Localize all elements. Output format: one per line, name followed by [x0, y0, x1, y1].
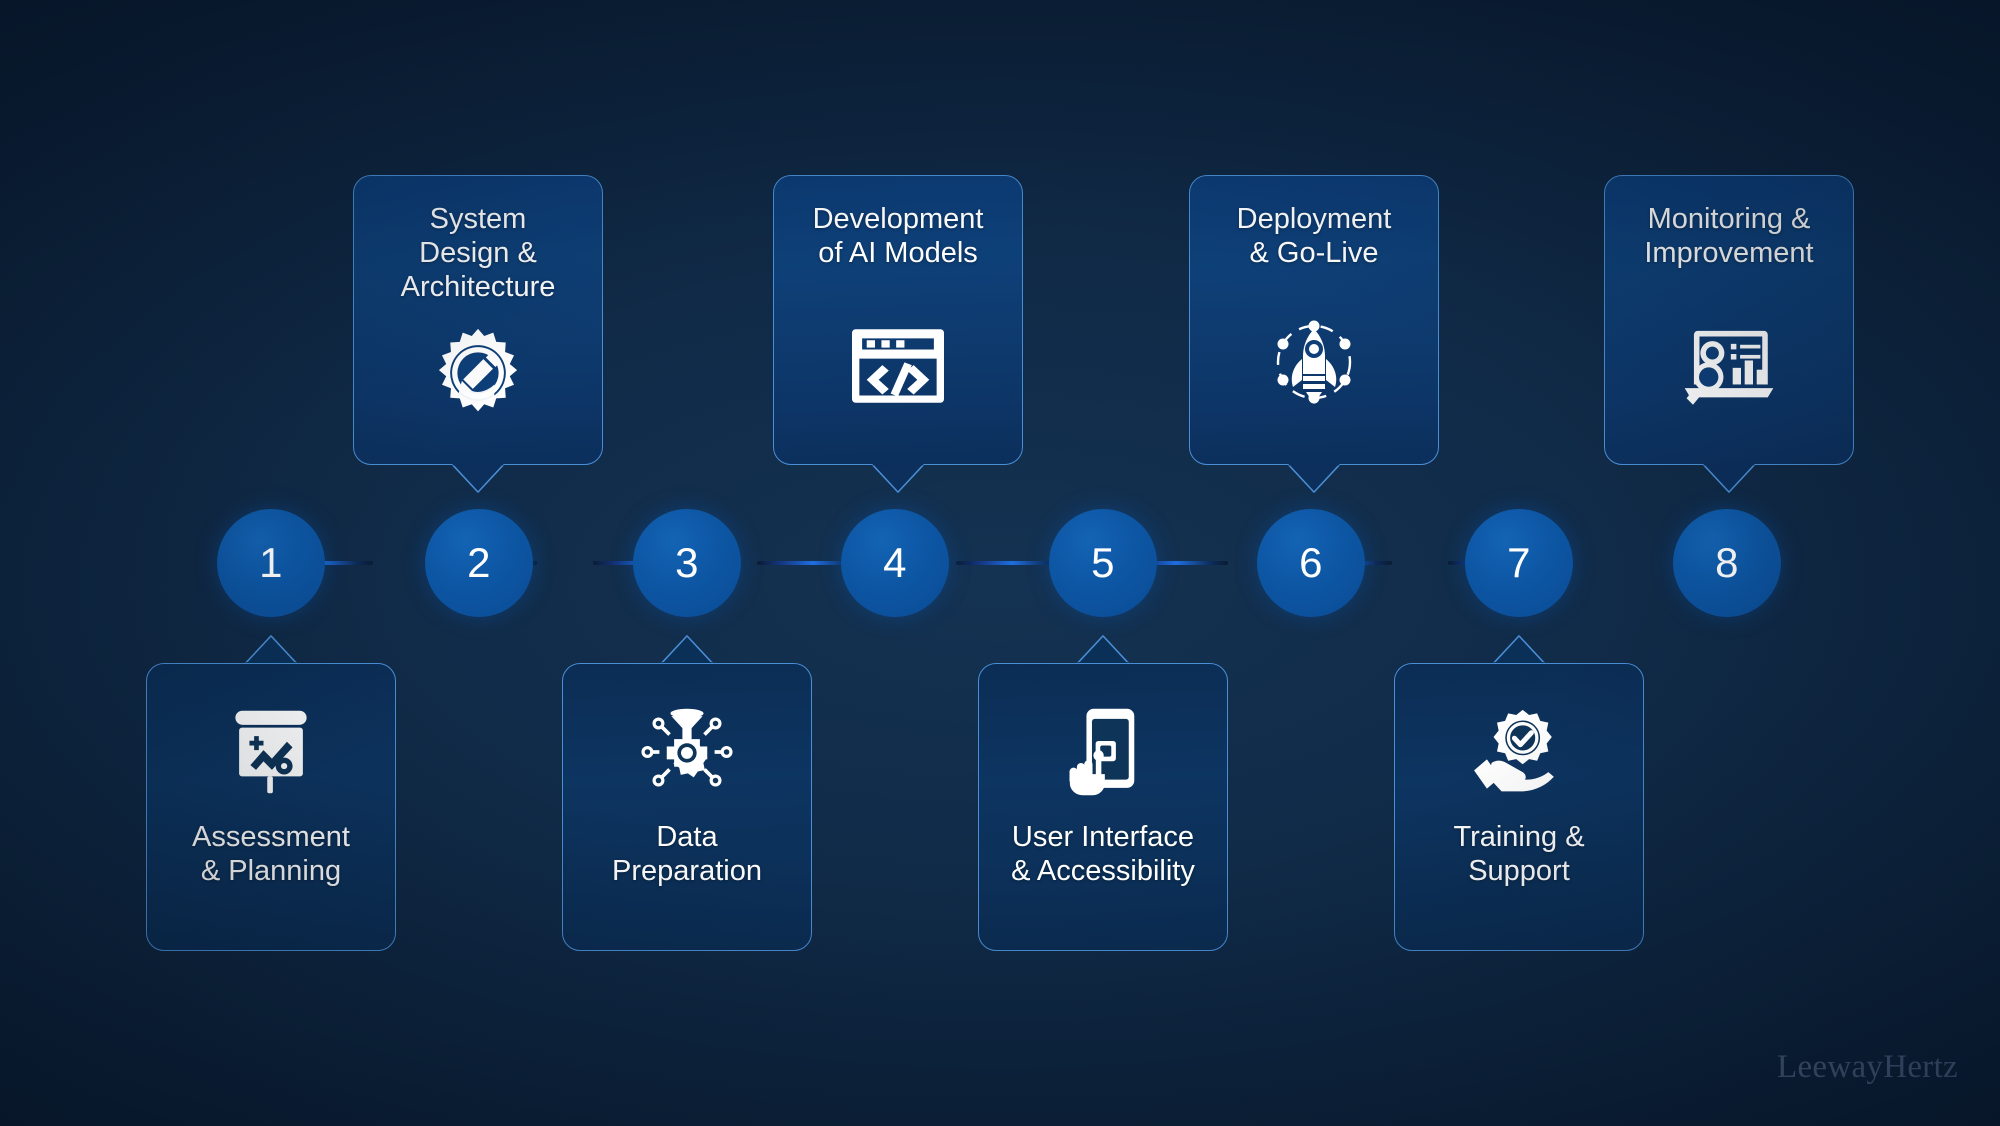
timeline-node-1-number: 1: [259, 539, 283, 586]
step-card-6-title: Deployment & Go-Live: [1236, 203, 1392, 270]
timeline-node-3-number: 3: [675, 539, 699, 586]
step-card-8-title: Monitoring & Improvement: [1644, 203, 1814, 270]
timeline-node-6[interactable]: 6: [1257, 509, 1365, 617]
timeline-node-5-number: 5: [1091, 539, 1115, 586]
funnel-gear-network-icon: [563, 704, 811, 800]
laptop-dashboard-search-icon: [1605, 318, 1853, 414]
step-card-8-tail: [1703, 463, 1755, 493]
timeline-node-1[interactable]: 1: [217, 509, 325, 617]
gear-pencil-icon: [354, 325, 602, 421]
step-card-5[interactable]: User Interface & Accessibility: [978, 663, 1228, 951]
timeline-node-7-number: 7: [1507, 539, 1531, 586]
presentation-chart-icon: [147, 704, 395, 800]
step-card-2-tail: [452, 463, 504, 493]
step-card-2-title: System Design & Architecture: [400, 203, 556, 304]
timeline-node-7[interactable]: 7: [1465, 509, 1573, 617]
rocket-network-icon: [1190, 314, 1438, 410]
timeline-node-8-number: 8: [1715, 539, 1739, 586]
step-card-8[interactable]: Monitoring & Improvement: [1604, 175, 1854, 465]
step-card-4[interactable]: Development of AI Models: [773, 175, 1023, 465]
step-card-1-title: Assessment & Planning: [192, 821, 350, 888]
phone-tap-icon: [979, 704, 1227, 800]
step-card-3[interactable]: Data Preparation: [562, 663, 812, 951]
connector-5-6-b: [956, 561, 1064, 565]
step-card-2[interactable]: System Design & Architecture: [353, 175, 603, 465]
diagram-canvas: System Design & Architecture Development…: [0, 0, 2000, 1126]
timeline-node-4[interactable]: 4: [841, 509, 949, 617]
step-card-5-title: User Interface & Accessibility: [1011, 821, 1195, 888]
step-card-7-title: Training & Support: [1453, 821, 1585, 888]
timeline-node-4-number: 4: [883, 539, 907, 586]
step-card-1[interactable]: Assessment & Planning: [146, 663, 396, 951]
step-card-3-title: Data Preparation: [612, 821, 762, 888]
code-window-icon: [774, 318, 1022, 414]
step-card-6-tail: [1288, 463, 1340, 493]
step-card-4-title: Development of AI Models: [812, 203, 984, 270]
timeline-node-5[interactable]: 5: [1049, 509, 1157, 617]
timeline-node-8[interactable]: 8: [1673, 509, 1781, 617]
step-card-3-tail: [661, 635, 713, 665]
step-card-5-tail: [1077, 635, 1129, 665]
leewayhertz-watermark: LeewayHertz: [1776, 1049, 1958, 1085]
step-card-7[interactable]: Training & Support: [1394, 663, 1644, 951]
step-card-1-tail: [245, 635, 297, 665]
timeline-node-2-number: 2: [467, 539, 491, 586]
timeline-node-2[interactable]: 2: [425, 509, 533, 617]
step-card-6[interactable]: Deployment & Go-Live: [1189, 175, 1439, 465]
hand-gear-check-icon: [1395, 704, 1643, 800]
timeline-node-6-number: 6: [1299, 539, 1323, 586]
step-card-4-tail: [872, 463, 924, 493]
step-card-7-tail: [1493, 635, 1545, 665]
timeline-node-3[interactable]: 3: [633, 509, 741, 617]
